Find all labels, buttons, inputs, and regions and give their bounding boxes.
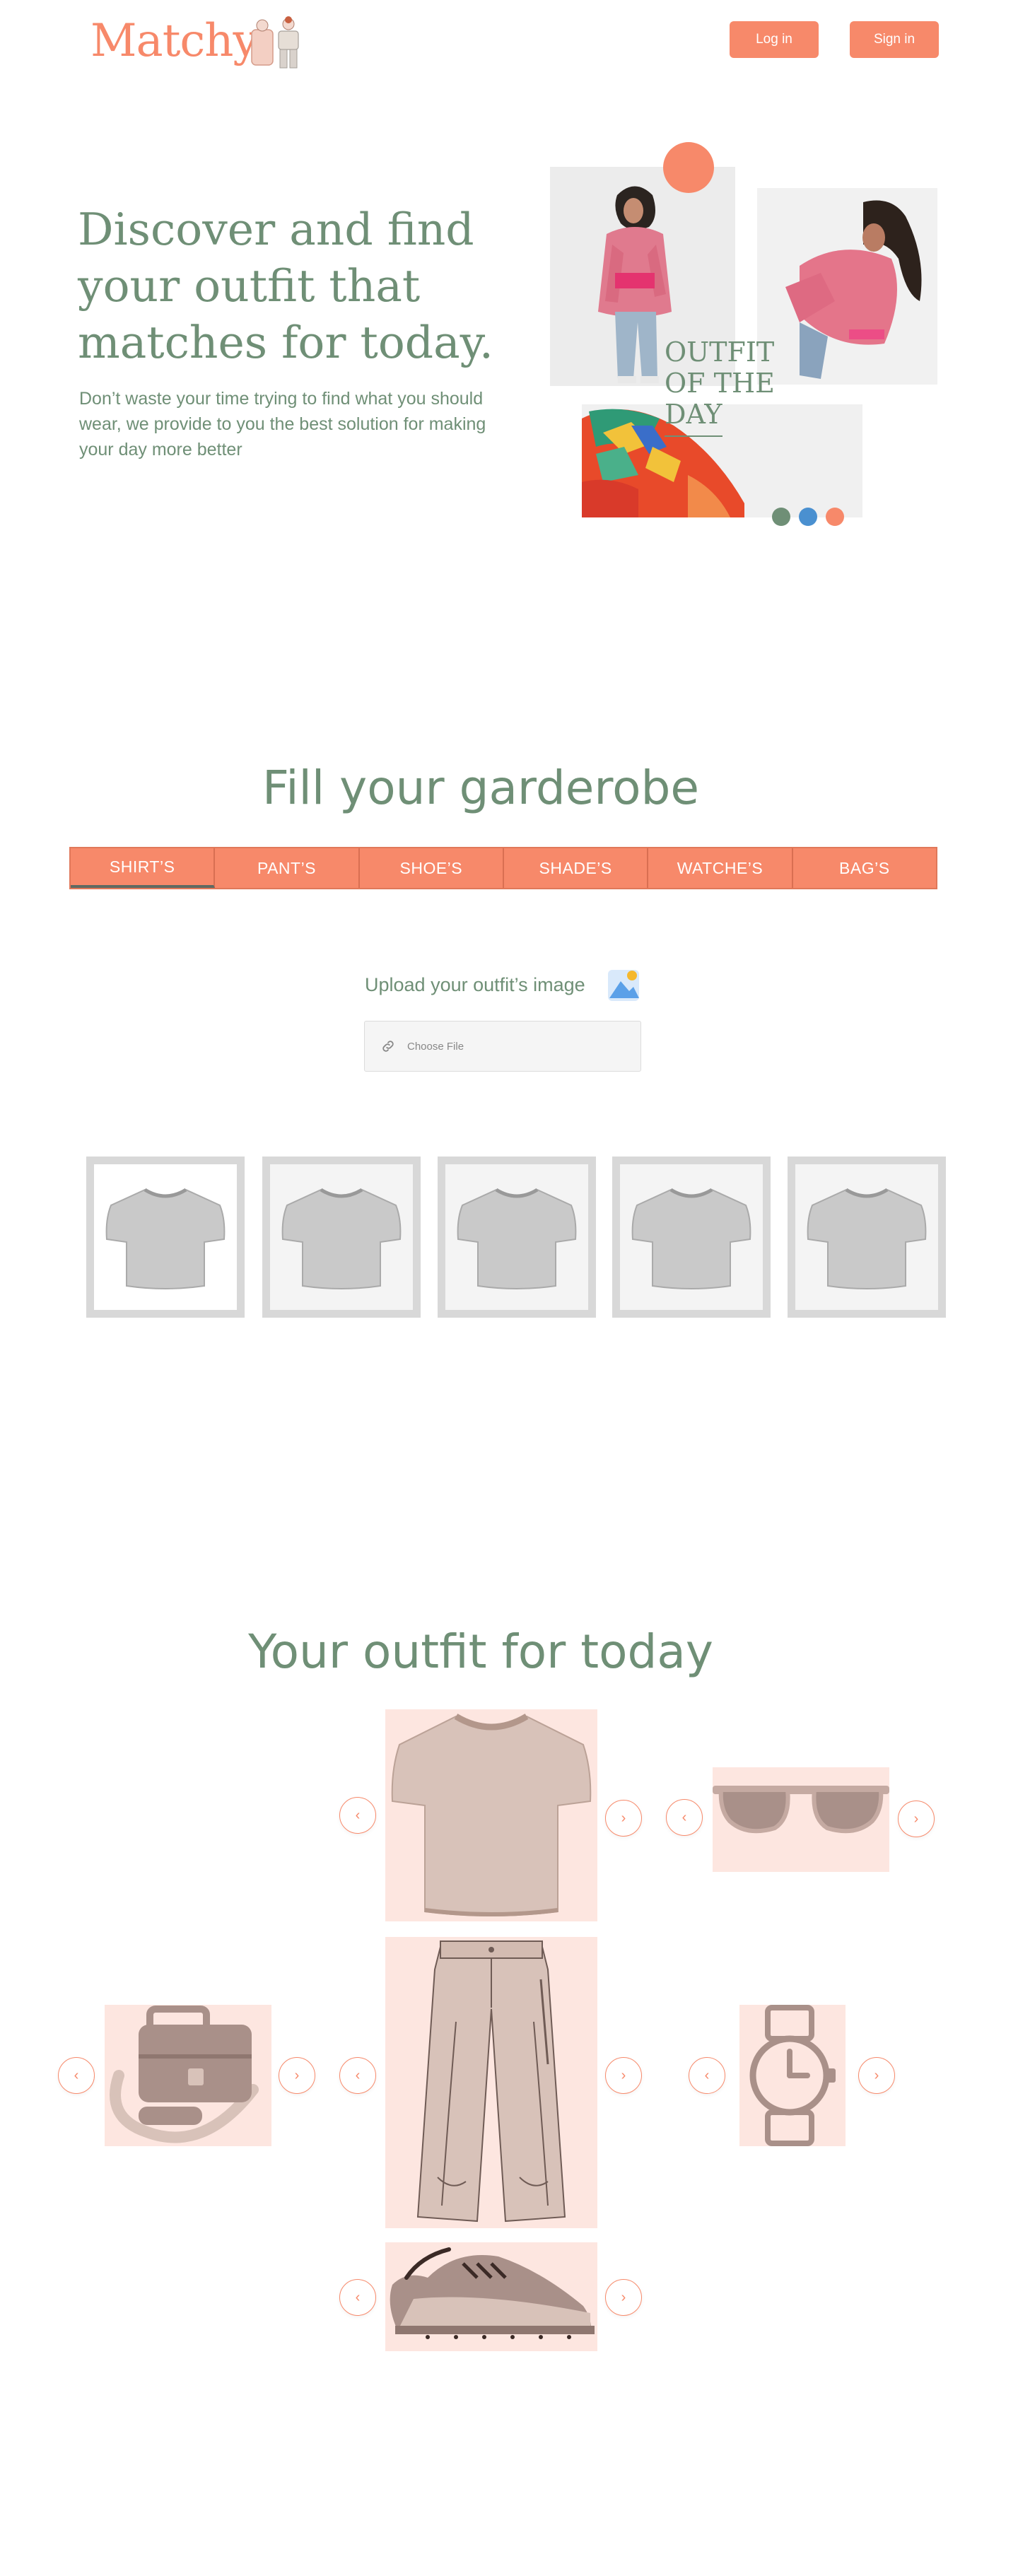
hero-title: Discover and find your outfit that match… bbox=[78, 204, 493, 368]
logo[interactable]: Matchy bbox=[90, 11, 259, 71]
logo-figures-icon bbox=[251, 16, 299, 69]
outfit-shirt-tile bbox=[385, 1709, 597, 1921]
tshirt-icon bbox=[105, 1188, 226, 1289]
tab-watches[interactable]: WATCHE’S bbox=[648, 848, 793, 888]
wardrobe-item-card[interactable] bbox=[788, 1157, 946, 1318]
bag-prev-button[interactable]: ‹ bbox=[58, 2057, 95, 2094]
signin-button[interactable]: Sign in bbox=[850, 21, 939, 58]
badge-underline bbox=[665, 435, 722, 437]
watch-icon bbox=[749, 2005, 836, 2146]
tshirt-icon bbox=[457, 1188, 577, 1289]
tab-shades[interactable]: SHADE’S bbox=[504, 848, 649, 888]
sunglasses-next-button[interactable]: › bbox=[898, 1801, 935, 1837]
outfit-watch-tile bbox=[739, 2005, 846, 2146]
watch-prev-button[interactable]: ‹ bbox=[689, 2057, 725, 2094]
login-button[interactable]: Log in bbox=[730, 21, 819, 58]
shoes-next-button[interactable]: › bbox=[605, 2279, 642, 2316]
tshirt-icon bbox=[391, 1714, 592, 1916]
watch-next-button[interactable]: › bbox=[858, 2057, 895, 2094]
wardrobe-item-card[interactable] bbox=[262, 1157, 421, 1318]
decorative-sun-circle bbox=[663, 142, 714, 193]
choose-file-label: Choose File bbox=[407, 1040, 464, 1053]
sneaker-icon bbox=[390, 2247, 595, 2339]
sunglasses-icon bbox=[713, 1786, 889, 1834]
shirt-next-button[interactable]: › bbox=[605, 1800, 642, 1837]
wardrobe-title: Fill your garderobe bbox=[262, 761, 699, 815]
tshirt-icon bbox=[807, 1188, 927, 1289]
outfit-pants-tile bbox=[385, 1937, 597, 2228]
tshirt-icon bbox=[281, 1188, 402, 1289]
pants-icon bbox=[416, 1940, 566, 2223]
outfit-shoes-tile bbox=[385, 2242, 597, 2351]
bag-icon bbox=[110, 2006, 259, 2143]
image-upload-icon[interactable] bbox=[607, 966, 640, 1002]
carousel-dot-orange[interactable] bbox=[826, 508, 844, 526]
tshirt-icon bbox=[631, 1188, 751, 1289]
outfit-bag-tile bbox=[105, 2005, 271, 2146]
wardrobe-item-card[interactable] bbox=[86, 1157, 245, 1318]
link-icon bbox=[382, 1041, 394, 1052]
bag-next-button[interactable]: › bbox=[279, 2057, 315, 2094]
pants-next-button[interactable]: › bbox=[605, 2057, 642, 2094]
pants-prev-button[interactable]: ‹ bbox=[339, 2057, 376, 2094]
category-tabs: SHIRT’S PANT’S SHOE’S SHADE’S WATCHE’S B… bbox=[69, 847, 937, 889]
file-upload-input[interactable]: Choose File bbox=[364, 1021, 641, 1072]
carousel-dot-green[interactable] bbox=[772, 508, 790, 526]
wardrobe-item-card[interactable] bbox=[612, 1157, 771, 1318]
upload-label: Upload your outfit’s image bbox=[365, 974, 585, 995]
hero-subtitle: Don’t waste your time trying to find wha… bbox=[79, 389, 486, 459]
outfit-of-the-day-badge: OUTFIT OF THE DAY bbox=[665, 336, 775, 430]
outfit-title: Your outfit for today bbox=[248, 1624, 713, 1679]
carousel-dot-blue[interactable] bbox=[799, 508, 817, 526]
wardrobe-item-card[interactable] bbox=[438, 1157, 596, 1318]
shirt-prev-button[interactable]: ‹ bbox=[339, 1797, 376, 1834]
tab-bags[interactable]: BAG’S bbox=[793, 848, 936, 888]
sunglasses-prev-button[interactable]: ‹ bbox=[666, 1799, 703, 1836]
tab-shoes[interactable]: SHOE’S bbox=[360, 848, 504, 888]
tab-pants[interactable]: PANT’S bbox=[215, 848, 360, 888]
tab-shirts[interactable]: SHIRT’S bbox=[71, 848, 216, 888]
outfit-sunglasses-tile bbox=[713, 1767, 889, 1872]
shoes-prev-button[interactable]: ‹ bbox=[339, 2279, 376, 2316]
